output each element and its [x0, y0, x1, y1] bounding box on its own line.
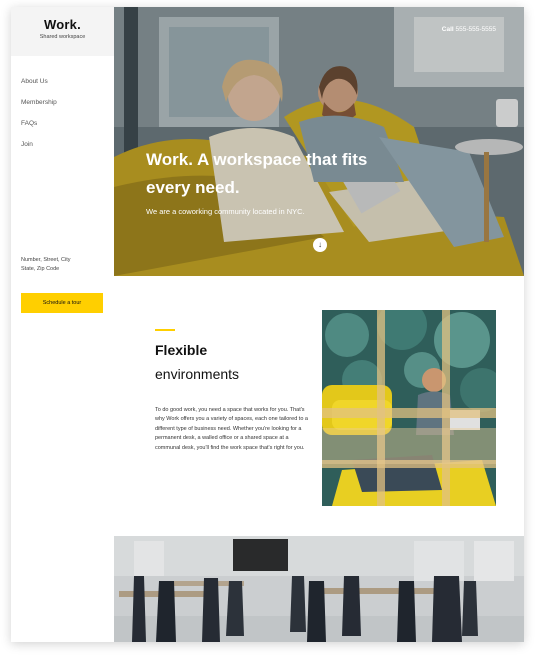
nav-item-about-us[interactable]: About Us: [21, 77, 57, 98]
sidebar: Work. Shared workspace About Us Membersh…: [11, 7, 114, 642]
accent-divider: [155, 329, 175, 331]
address: Number, Street, City State, Zip Code: [21, 256, 71, 274]
brand-tagline: Shared workspace: [39, 34, 86, 40]
schedule-tour-button[interactable]: Schedule a tour: [21, 293, 103, 313]
address-line-2: State, Zip Code: [21, 266, 60, 272]
feature-photo: [322, 310, 496, 506]
call-label: Call: [441, 26, 454, 33]
brand-block[interactable]: Work. Shared workspace: [11, 7, 114, 56]
sidebar-nav: About Us Membership FAQs Join: [21, 77, 57, 161]
phone-number[interactable]: 555-555-5555: [456, 26, 496, 33]
page-frame: Work. Shared workspace About Us Membersh…: [11, 7, 524, 642]
brand-logo[interactable]: Work.: [11, 17, 114, 32]
hero-phone[interactable]: Call 555-555-5555: [442, 26, 496, 33]
office-photo: [114, 536, 524, 642]
nav-item-membership[interactable]: Membership: [21, 98, 57, 119]
arrow-down-icon[interactable]: ↓: [313, 238, 327, 252]
nav-item-faqs[interactable]: FAQs: [21, 119, 57, 140]
hero-subtitle: We are a coworking community located in …: [146, 207, 305, 216]
feature-subtitle: environments: [155, 366, 240, 382]
hero-photo: [114, 7, 524, 276]
address-line-1: Number, Street, City: [21, 257, 71, 263]
nav-item-join[interactable]: Join: [21, 140, 57, 161]
hero-section: Call 555-555-5555 Work. A workspace that…: [114, 7, 524, 276]
hero-title: Work. A workspace that fits every need.: [146, 150, 368, 197]
feature-title: Flexible: [155, 342, 208, 358]
feature-body: To do good work, you need a space that w…: [155, 406, 308, 451]
